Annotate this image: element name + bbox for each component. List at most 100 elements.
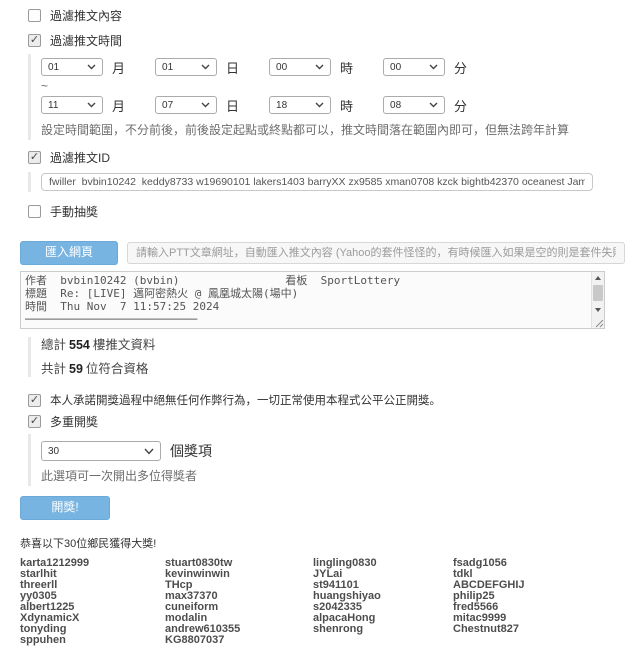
winner-column: fsadg1056tdklABCDEFGHIJphilip25fred5566m… (453, 558, 525, 646)
scroll-up-icon[interactable] (592, 272, 604, 284)
time-filter-hint: 設定時間範圍，不分前後，前後設定起點或終點都可以，推文時間落在範圍內即可，但無法… (41, 121, 640, 138)
day-unit-label: 日 (226, 96, 239, 115)
total-suffix: 樓推文資料 (93, 338, 156, 352)
import-page-button[interactable]: 匯入網頁 (20, 241, 118, 265)
from-day-select[interactable]: 01 (155, 58, 217, 76)
promise-label: 本人承諾開獎過程中絕無任何作弊行為，一切正常使用本程式公平公正開獎。 (50, 392, 441, 408)
manual-draw-checkbox[interactable]: ✓ (28, 205, 41, 218)
winner-id: modalin (165, 613, 313, 624)
winner-id: s2042335 (313, 602, 453, 613)
check-icon: ✓ (30, 152, 39, 163)
id-filter-block (28, 172, 640, 192)
chevron-down-icon (144, 448, 154, 455)
scroll-down-icon[interactable] (592, 304, 604, 316)
chevron-down-icon (315, 102, 324, 108)
winner-column: stuart0830twkevinwinwinTHcpmax37370cunei… (165, 558, 313, 646)
to-hour-select[interactable]: 18 (269, 96, 331, 114)
winner-id: sppuhen (20, 635, 165, 646)
congrats-text: 恭喜以下30位鄉民獲得大獎! (20, 535, 640, 551)
multi-draw-label: 多重開獎 (50, 413, 98, 430)
stats-block: 總計554樓推文資料 共計59位符合資格 (28, 337, 640, 377)
to-hour-value: 18 (276, 100, 287, 111)
id-filter-input[interactable] (41, 173, 593, 191)
promise-checkbox[interactable]: ✓ (28, 394, 41, 407)
qualified-suffix: 位符合資格 (86, 362, 149, 376)
chevron-down-icon (429, 64, 438, 70)
winner-id: max37370 (165, 591, 313, 602)
winner-id: andrew610355 (165, 624, 313, 635)
time-filter-block: 01 月 01 日 00 時 00 分 ~ 11 月 07 日 (28, 54, 640, 140)
winner-id: cuneiform (165, 602, 313, 613)
winner-column: karta1212999starlhitthreerllyy0305albert… (20, 558, 165, 646)
to-month-value: 11 (48, 100, 58, 111)
multi-draw-row: ✓ 多重開獎 (28, 413, 640, 430)
from-month-select[interactable]: 01 (41, 58, 103, 76)
winner-id: ABCDEFGHIJ (453, 580, 525, 591)
winner-id: Chestnut827 (453, 624, 525, 635)
winner-id: tdkl (453, 569, 525, 580)
filter-id-label: 過濾推文ID (50, 149, 110, 166)
winner-id: karta1212999 (20, 558, 165, 569)
promise-row: ✓ 本人承諾開獎過程中絕無任何作弊行為，一切正常使用本程式公平公正開獎。 (28, 392, 640, 408)
winner-id: alpacaHong (313, 613, 453, 624)
total-prefix: 總計 (41, 338, 66, 352)
article-content: 作者 bvbin10242 (bvbin) 看板 SportLottery 標題… (25, 274, 588, 326)
winner-id: mitac9999 (453, 613, 525, 624)
from-day-value: 01 (162, 62, 173, 73)
winner-id: fsadg1056 (453, 558, 525, 569)
article-url-input[interactable] (127, 242, 625, 264)
to-minute-value: 08 (390, 100, 401, 111)
scrollbar-thumb[interactable] (593, 285, 603, 301)
winner-id: huangshiyao (313, 591, 453, 602)
winner-id: lingling0830 (313, 558, 453, 569)
winner-id: kevinwinwin (165, 569, 313, 580)
filter-time-row: ✓ 過濾推文時間 (28, 32, 640, 49)
chevron-down-icon (201, 102, 210, 108)
total-comments-line: 總計554樓推文資料 (41, 337, 640, 353)
from-minute-select[interactable]: 00 (383, 58, 445, 76)
to-month-select[interactable]: 11 (41, 96, 103, 114)
to-day-select[interactable]: 07 (155, 96, 217, 114)
prize-count-value: 30 (48, 446, 59, 457)
prize-unit-label: 個獎項 (170, 441, 212, 461)
prize-count-select[interactable]: 30 (41, 441, 161, 461)
winner-id: st941101 (313, 580, 453, 591)
manual-draw-row: ✓ 手動抽獎 (28, 203, 640, 220)
winner-id: starlhit (20, 569, 165, 580)
filter-time-checkbox[interactable]: ✓ (28, 34, 41, 47)
from-minute-value: 00 (390, 62, 401, 73)
time-to-row: 11 月 07 日 18 時 08 分 (41, 94, 640, 116)
winner-id: threerll (20, 580, 165, 591)
time-range-tilde: ~ (41, 79, 640, 93)
filter-content-row: ✓ 過濾推文內容 (28, 7, 640, 24)
filter-id-row: ✓ 過濾推文ID (28, 149, 640, 166)
multi-draw-block: 30 個獎項 此選項可一次開出多位得獎者 (28, 434, 640, 486)
chevron-down-icon (201, 64, 210, 70)
filter-id-checkbox[interactable]: ✓ (28, 151, 41, 164)
chevron-down-icon (315, 64, 324, 70)
winner-id: yy0305 (20, 591, 165, 602)
hour-unit-label: 時 (340, 96, 353, 115)
multi-draw-checkbox[interactable]: ✓ (28, 415, 41, 428)
month-unit-label: 月 (112, 96, 125, 115)
winner-id: tonyding (20, 624, 165, 635)
chevron-down-icon (87, 64, 96, 70)
article-textarea[interactable]: 作者 bvbin10242 (bvbin) 看板 SportLottery 標題… (20, 271, 605, 329)
time-from-row: 01 月 01 日 00 時 00 分 (41, 56, 640, 78)
chevron-down-icon (429, 102, 438, 108)
winner-id: philip25 (453, 591, 525, 602)
from-hour-select[interactable]: 00 (269, 58, 331, 76)
winners-grid: karta1212999starlhitthreerllyy0305albert… (20, 558, 640, 646)
winner-id: KG8807037 (165, 635, 313, 646)
resize-grip-icon[interactable] (593, 317, 604, 328)
total-count: 554 (69, 338, 90, 352)
check-icon: ✓ (30, 416, 39, 427)
month-unit-label: 月 (112, 58, 125, 77)
import-row: 匯入網頁 (20, 241, 640, 265)
multi-draw-hint: 此選項可一次開出多位得獎者 (41, 467, 640, 484)
winner-id: stuart0830tw (165, 558, 313, 569)
winner-id: XdynamicX (20, 613, 165, 624)
qualified-count: 59 (69, 362, 83, 376)
to-minute-select[interactable]: 08 (383, 96, 445, 114)
filter-content-checkbox[interactable]: ✓ (28, 9, 41, 22)
